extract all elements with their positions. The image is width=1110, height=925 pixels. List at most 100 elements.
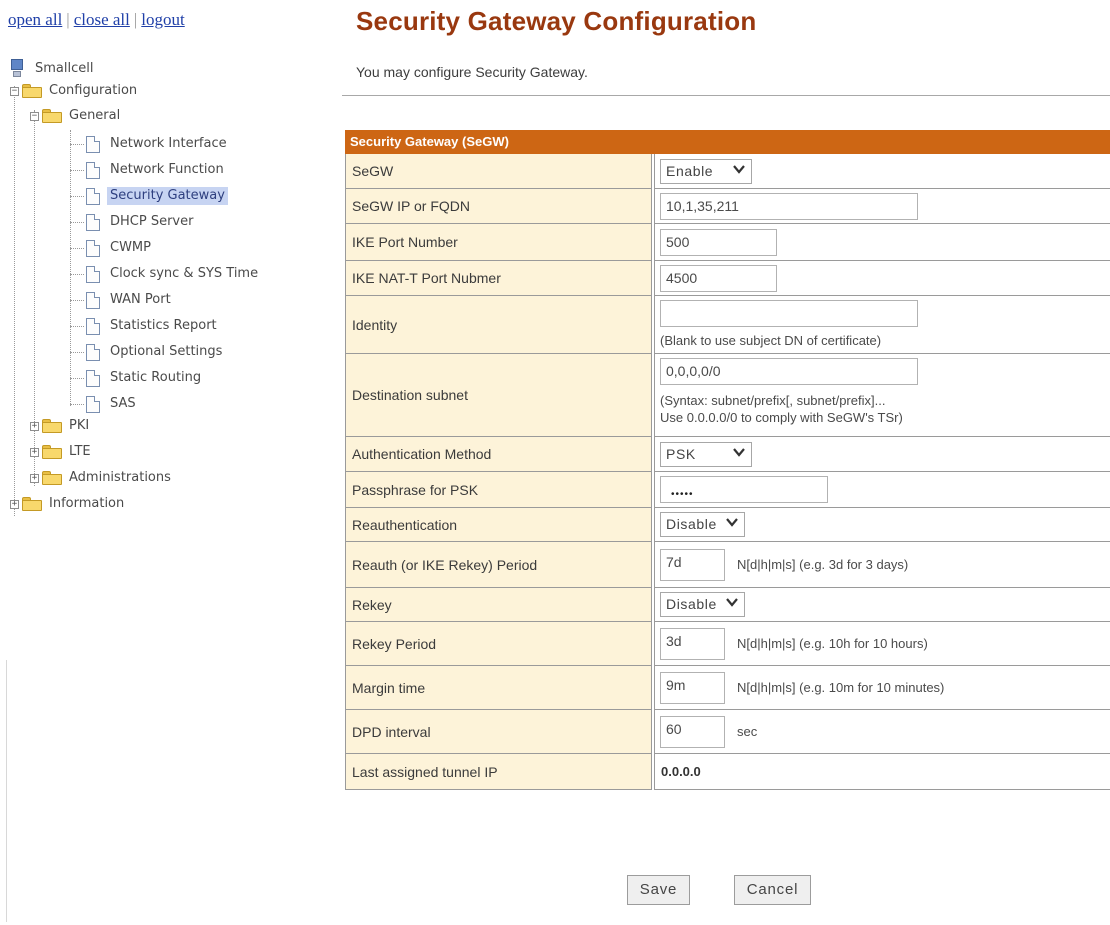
field-label: Reauthentication bbox=[345, 508, 652, 542]
folder-open-icon bbox=[42, 109, 62, 123]
identity-input[interactable] bbox=[660, 300, 918, 327]
tree-item-label: Static Routing bbox=[110, 370, 202, 385]
frame-divider bbox=[6, 660, 7, 922]
tree-item-label-selected: Security Gateway bbox=[107, 187, 228, 205]
field-value-cell: 10,1,35,211 bbox=[654, 189, 1110, 224]
logout-link[interactable]: logout bbox=[141, 10, 184, 29]
destination-subnet-input[interactable]: 0,0,0,0/0 bbox=[660, 358, 918, 385]
row-auth-method: Authentication Method PSK bbox=[345, 437, 1110, 472]
tree-item-clock-sync[interactable]: Clock sync & SYS Time bbox=[86, 263, 261, 285]
tree-item-label: CWMP bbox=[110, 240, 151, 255]
ike-port-input[interactable]: 500 bbox=[660, 229, 777, 256]
tree-item-optional-settings[interactable]: Optional Settings bbox=[86, 341, 225, 363]
tree-item-cwmp[interactable]: CWMP bbox=[86, 237, 154, 259]
identity-hint: (Blank to use subject DN of certificate) bbox=[660, 333, 882, 348]
row-reauth-period: Reauth (or IKE Rekey) Period 7d N[d|h|m|… bbox=[345, 542, 1110, 588]
rekey-select[interactable]: Disable bbox=[660, 592, 745, 617]
tree-item-dhcp-server[interactable]: DHCP Server bbox=[86, 211, 196, 233]
dpd-interval-input[interactable]: 60 bbox=[660, 716, 725, 748]
folder-icon bbox=[22, 497, 42, 511]
chevron-down-icon bbox=[726, 598, 738, 607]
tree-connector bbox=[70, 144, 84, 145]
computer-icon bbox=[10, 59, 24, 79]
field-label: SeGW IP or FQDN bbox=[345, 189, 652, 224]
tree-connector bbox=[70, 170, 84, 171]
page-icon bbox=[86, 265, 100, 283]
tree-item-information[interactable]: + Information bbox=[10, 493, 127, 515]
tree-item-network-function[interactable]: Network Function bbox=[86, 159, 227, 181]
tree-connector bbox=[70, 222, 84, 223]
field-label: Destination subnet bbox=[345, 354, 652, 437]
nav-links: open all | close all | logout bbox=[8, 10, 185, 30]
tree-item-administrations[interactable]: + Administrations bbox=[30, 467, 174, 489]
page-icon bbox=[86, 291, 100, 309]
field-label: Identity bbox=[345, 296, 652, 354]
collapse-icon[interactable]: − bbox=[30, 111, 39, 121]
ike-nat-port-input[interactable]: 4500 bbox=[660, 265, 777, 292]
field-label: Passphrase for PSK bbox=[345, 472, 652, 508]
row-tunnel-ip: Last assigned tunnel IP 0.0.0.0 bbox=[345, 754, 1110, 790]
tree-connector bbox=[14, 86, 15, 516]
tree-item-sas[interactable]: SAS bbox=[86, 393, 139, 415]
page-icon bbox=[86, 369, 100, 387]
save-button[interactable]: Save bbox=[627, 875, 690, 905]
expand-icon[interactable]: + bbox=[30, 421, 39, 431]
tree-item-configuration[interactable]: − Configuration bbox=[10, 80, 140, 102]
collapse-icon[interactable]: − bbox=[10, 86, 19, 96]
tree-item-label: Configuration bbox=[49, 83, 138, 98]
tree-connector bbox=[70, 274, 84, 275]
field-value-cell: 0.0.0.0 bbox=[654, 754, 1110, 790]
expand-icon[interactable]: + bbox=[30, 473, 39, 483]
field-label: Rekey bbox=[345, 588, 652, 622]
segw-ip-input[interactable]: 10,1,35,211 bbox=[660, 193, 918, 220]
tree-root[interactable]: Smallcell bbox=[10, 58, 96, 80]
tree-connector bbox=[70, 404, 84, 405]
divider bbox=[342, 95, 1110, 96]
reauth-period-input[interactable]: 7d bbox=[660, 549, 725, 581]
link-separator: | bbox=[66, 10, 70, 29]
tree-connector bbox=[70, 248, 84, 249]
rekey-period-input[interactable]: 3d bbox=[660, 628, 725, 660]
tree-item-network-interface[interactable]: Network Interface bbox=[86, 133, 230, 155]
tree-item-label: Network Function bbox=[110, 162, 224, 177]
field-label: Last assigned tunnel IP bbox=[345, 754, 652, 790]
field-label: Rekey Period bbox=[345, 622, 652, 666]
reauthentication-select[interactable]: Disable bbox=[660, 512, 745, 537]
tree-item-label: Statistics Report bbox=[110, 318, 217, 333]
expand-icon[interactable]: + bbox=[30, 447, 39, 457]
select-value: Enable bbox=[666, 163, 714, 179]
margin-time-input[interactable]: 9m bbox=[660, 672, 725, 704]
tree-item-label: Administrations bbox=[69, 470, 171, 485]
passphrase-input[interactable]: ••••• bbox=[660, 476, 828, 503]
tree-item-static-routing[interactable]: Static Routing bbox=[86, 367, 204, 389]
tree-item-general[interactable]: − General bbox=[30, 105, 123, 127]
page-description: You may configure Security Gateway. bbox=[356, 64, 588, 80]
chevron-down-icon bbox=[733, 448, 745, 457]
field-label: Margin time bbox=[345, 666, 652, 710]
tree-item-label: PKI bbox=[69, 418, 90, 433]
field-value-cell: 9m N[d|h|m|s] (e.g. 10m for 10 minutes) bbox=[654, 666, 1110, 710]
close-all-link[interactable]: close all bbox=[74, 10, 130, 29]
row-margin-time: Margin time 9m N[d|h|m|s] (e.g. 10m for … bbox=[345, 666, 1110, 710]
auth-method-select[interactable]: PSK bbox=[660, 442, 752, 467]
folder-icon bbox=[42, 419, 62, 433]
select-value: Disable bbox=[666, 516, 717, 532]
tree-item-pki[interactable]: + PKI bbox=[30, 415, 92, 437]
segw-select[interactable]: Enable bbox=[660, 159, 752, 184]
subnet-usage-hint: Use 0.0.0.0/0 to comply with SeGW's TSr) bbox=[660, 410, 903, 425]
folder-open-icon bbox=[22, 84, 42, 98]
cancel-button[interactable]: Cancel bbox=[734, 875, 811, 905]
tree-connector bbox=[70, 352, 84, 353]
tree-connector bbox=[70, 130, 71, 406]
subnet-syntax-hint: (Syntax: subnet/prefix[, subnet/prefix].… bbox=[660, 393, 886, 408]
tree-item-lte[interactable]: + LTE bbox=[30, 441, 94, 463]
tree-item-wan-port[interactable]: WAN Port bbox=[86, 289, 174, 311]
tree-item-security-gateway[interactable]: Security Gateway bbox=[86, 185, 228, 207]
open-all-link[interactable]: open all bbox=[8, 10, 62, 29]
field-label: IKE NAT-T Port Nubmer bbox=[345, 261, 652, 296]
folder-icon bbox=[42, 471, 62, 485]
select-value: PSK bbox=[666, 446, 696, 462]
expand-icon[interactable]: + bbox=[10, 499, 19, 509]
tree-item-statistics-report[interactable]: Statistics Report bbox=[86, 315, 220, 337]
row-identity: Identity (Blank to use subject DN of cer… bbox=[345, 296, 1110, 354]
